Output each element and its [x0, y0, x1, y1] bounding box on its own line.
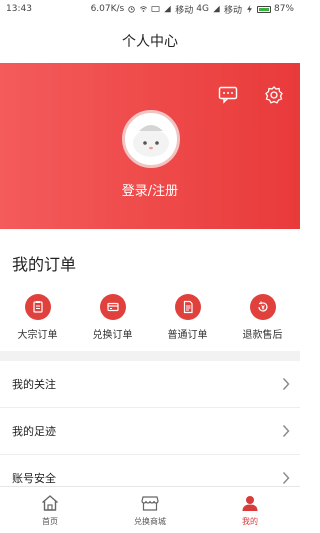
card-icon: [99, 294, 126, 320]
login-register-link[interactable]: 登录/注册: [0, 180, 300, 199]
battery-icon: [256, 5, 271, 13]
chevron-right-icon: [282, 425, 290, 437]
carrier-2: 移动: [223, 5, 242, 16]
tab-home-label: 首页: [42, 517, 58, 526]
order-exchange[interactable]: 兑换订单: [75, 294, 150, 341]
menu-item-label: 我的关注: [12, 378, 56, 391]
status-bar: 13:43 6.07K/s 移动 4G 移动 87%: [0, 0, 300, 18]
clipboard-icon: [24, 294, 51, 320]
tab-mine-label: 我的: [242, 517, 258, 526]
message-icon[interactable]: [218, 85, 238, 105]
banner-actions: [218, 85, 284, 105]
signal-icon-2: [213, 5, 220, 13]
orders-section: 我的订单 大宗订单 兑换订单 普通订单 退款售后: [0, 229, 300, 351]
menu-item-follows[interactable]: 我的关注: [0, 361, 300, 408]
header: 个人中心: [0, 18, 300, 63]
order-refund[interactable]: 退款售后: [225, 294, 300, 341]
tab-mine[interactable]: 我的: [200, 487, 300, 533]
orders-title: 我的订单: [12, 255, 77, 274]
charging-icon: [247, 5, 252, 13]
status-time: 13:43: [6, 4, 32, 14]
avatar[interactable]: [122, 110, 180, 168]
refund-icon: [249, 294, 276, 320]
order-exchange-label: 兑换订单: [92, 330, 133, 341]
alarm-icon: [128, 6, 135, 13]
battery-percent: 87%: [273, 4, 294, 14]
orders-row: 大宗订单 兑换订单 普通订单 退款售后: [0, 294, 300, 341]
tab-store[interactable]: 兑换商城: [100, 487, 200, 533]
carrier-1: 移动: [175, 5, 194, 16]
tab-home[interactable]: 首页: [0, 487, 100, 533]
user-icon: [242, 496, 258, 511]
document-icon: [174, 294, 201, 320]
menu-item-footprints[interactable]: 我的足迹: [0, 408, 300, 455]
chevron-right-icon: [282, 378, 290, 390]
signal-icon: [164, 5, 171, 13]
hd-icon: [151, 6, 160, 12]
settings-icon[interactable]: [264, 85, 284, 105]
order-bulk[interactable]: 大宗订单: [0, 294, 75, 341]
order-normal-label: 普通订单: [167, 330, 208, 341]
network-speed: 6.07K/s: [90, 4, 125, 14]
battery-level-fill: [258, 7, 269, 11]
store-icon: [141, 496, 159, 511]
chevron-right-icon: [282, 472, 290, 484]
order-refund-label: 退款售后: [242, 330, 283, 341]
menu-item-label: 账号安全: [12, 472, 56, 485]
section-divider: [0, 351, 300, 361]
bottom-tab-bar: 首页 兑换商城 我的: [0, 486, 300, 533]
profile-banner: 登录/注册: [0, 63, 300, 229]
menu-list: 我的关注 我的足迹 账号安全: [0, 361, 300, 502]
tab-store-label: 兑换商城: [134, 517, 166, 526]
order-normal[interactable]: 普通订单: [150, 294, 225, 341]
page-title: 个人中心: [122, 33, 178, 50]
order-bulk-label: 大宗订单: [17, 330, 58, 341]
menu-item-label: 我的足迹: [12, 425, 56, 438]
home-icon: [42, 495, 58, 511]
wifi-icon: [140, 6, 148, 12]
default-avatar-icon: [133, 125, 169, 157]
status-indicators: 6.07K/s 移动 4G 移动 87%: [91, 3, 294, 16]
network-type: 4G: [196, 4, 209, 14]
